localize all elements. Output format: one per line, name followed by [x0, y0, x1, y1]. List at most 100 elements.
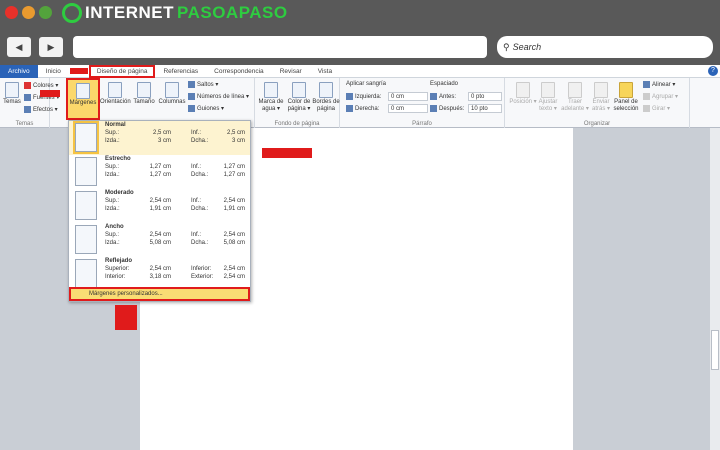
page-color-icon	[292, 82, 306, 98]
margin-preset-reflejado[interactable]: Reflejado Superior: 2,54 cm Inferior: 2,54 c…	[69, 257, 250, 291]
temas-button[interactable]: Temas	[2, 82, 22, 106]
preset-value: 5,08 cm	[149, 240, 171, 246]
izquierda-input[interactable]: 0 cm	[388, 92, 428, 101]
preset-value: Sup.:	[105, 232, 120, 238]
traer-label: Traer adelante ▾	[561, 99, 589, 112]
tab-diseno-pagina[interactable]: Diseño de página	[88, 64, 156, 78]
vertical-scrollbar[interactable]	[710, 128, 720, 450]
marca-agua-button[interactable]: Marca de agua ▾	[257, 82, 285, 113]
enviar-atras-button[interactable]: Enviar atrás ▾	[589, 82, 613, 113]
annotation-arrow	[70, 68, 88, 74]
preset-values: Izda.: 3 cm Dcha.: 3 cm	[105, 138, 245, 144]
margenes-label: Márgenes	[69, 100, 97, 106]
margin-preset-moderado[interactable]: Moderado Sup.: 2,54 cm Inf.: 2,54 cm Izda.: 1,…	[69, 189, 250, 223]
logo-icon	[62, 3, 82, 23]
bordes-pagina-button[interactable]: Bordes de página	[312, 82, 340, 113]
forward-button[interactable]: ▶	[39, 37, 63, 57]
enviar-label: Enviar atrás ▾	[591, 99, 611, 112]
margin-preset-estrecho[interactable]: Estrecho Sup.: 1,27 cm Inf.: 1,27 cm Izda.: 1,…	[69, 155, 250, 189]
preset-values: Sup.: 1,27 cm Inf.: 1,27 cm	[105, 164, 245, 170]
selection-pane-icon	[619, 82, 633, 98]
preset-value: 1,27 cm	[149, 164, 171, 170]
posicion-button[interactable]: Posición ▾	[509, 82, 537, 106]
margin-preview-icon	[75, 225, 97, 254]
despues-input[interactable]: 10 pto	[468, 104, 502, 113]
preset-value: Sup.:	[105, 130, 120, 136]
group-icon	[643, 93, 650, 100]
tab-archivo[interactable]: Archivo	[0, 64, 38, 78]
rotate-icon	[643, 105, 650, 112]
maximize-window-button[interactable]	[39, 6, 52, 19]
margin-preset-normal[interactable]: Normal Sup.: 2,5 cm Inf.: 2,5 cm Izda.: 3 cm Dc…	[69, 121, 250, 155]
guiones-button[interactable]: Guiones ▾	[188, 105, 224, 112]
margin-preview-icon	[73, 121, 99, 154]
minimize-window-button[interactable]	[22, 6, 35, 19]
numeros-linea-button[interactable]: Números de línea ▾	[188, 93, 249, 100]
preset-value: Inf.:	[191, 232, 202, 238]
tamano-button[interactable]: Tamaño	[132, 82, 156, 106]
preset-value: 3,18 cm	[149, 274, 171, 280]
indent-right-icon	[346, 105, 353, 112]
spacing-before-icon	[430, 93, 437, 100]
search-input[interactable]: ⚲ Search	[497, 36, 713, 58]
group-label: Fondo de página	[274, 121, 320, 127]
agrupar-button[interactable]: Agrupar ▾	[643, 93, 678, 100]
search-icon: ⚲	[503, 41, 510, 52]
antes-input[interactable]: 0 pto	[468, 92, 502, 101]
back-button[interactable]: ◀	[7, 37, 31, 57]
sangria-label: Aplicar sangría	[346, 81, 387, 87]
derecha-label: Derecha:	[355, 105, 380, 112]
tab-revisar[interactable]: Revisar	[272, 65, 310, 78]
send-backward-icon	[594, 82, 608, 98]
hyphenation-icon	[188, 105, 195, 112]
preset-value: Dcha.:	[191, 240, 209, 246]
preset-value: Izda.:	[105, 206, 120, 212]
saltos-button[interactable]: Saltos ▾	[188, 81, 218, 88]
margin-preview-icon	[75, 259, 97, 288]
tab-vista[interactable]: Vista	[310, 65, 340, 78]
panel-label: Panel de selección	[613, 99, 639, 112]
color-pagina-button[interactable]: Color de página ▾	[285, 82, 313, 113]
close-window-button[interactable]	[5, 6, 18, 19]
alinear-button[interactable]: Alinear ▾	[643, 81, 675, 88]
annotation-arrow	[115, 305, 137, 330]
ajustar-texto-button[interactable]: Ajustar texto ▾	[535, 82, 561, 113]
columnas-label: Columnas	[158, 99, 186, 105]
derecha-input[interactable]: 0 cm	[388, 104, 428, 113]
preset-value: Izda.:	[105, 172, 120, 178]
group-label: Párrafo	[412, 121, 432, 127]
orientation-icon	[108, 82, 122, 98]
preset-value: 2,5 cm	[226, 130, 245, 136]
ajustar-label: Ajustar texto ▾	[538, 99, 558, 112]
preset-name: Ancho	[105, 224, 124, 230]
girar-button[interactable]: Girar ▾	[643, 105, 670, 112]
preset-values: Izda.: 5,08 cm Dcha.: 5,08 cm	[105, 240, 245, 246]
preset-value: 5,08 cm	[223, 240, 245, 246]
traer-adelante-button[interactable]: Traer adelante ▾	[561, 82, 589, 113]
preset-value: 1,27 cm	[149, 172, 171, 178]
numeros-label: Números de línea ▾	[197, 94, 250, 100]
preset-values: Izda.: 1,27 cm Dcha.: 1,27 cm	[105, 172, 245, 178]
preset-name: Estrecho	[105, 156, 131, 162]
margenes-button[interactable]: Márgenes	[66, 78, 100, 120]
help-icon[interactable]: ?	[708, 66, 718, 76]
tab-correspondencia[interactable]: Correspondencia	[206, 65, 272, 78]
custom-margins-button[interactable]: Márgenes personalizados...	[69, 287, 250, 301]
panel-seleccion-button[interactable]: Panel de selección	[612, 82, 640, 113]
orientacion-button[interactable]: Orientación	[100, 82, 131, 106]
preset-values: Interior: 3,18 cm Exterior: 2,54 cm	[105, 274, 245, 280]
tab-inicio[interactable]: Inicio	[38, 65, 69, 78]
preset-value: Inf.:	[191, 198, 202, 204]
tab-referencias[interactable]: Referencias	[155, 65, 206, 78]
saltos-label: Saltos ▾	[197, 82, 219, 88]
preset-value: 2,54 cm	[223, 266, 245, 272]
margins-icon	[76, 83, 90, 99]
fonts-icon	[24, 94, 31, 101]
group-parrafo: Aplicar sangría Izquierda: 0 cm Derecha:…	[340, 78, 505, 128]
scrollbar-thumb[interactable]	[711, 330, 719, 370]
alinear-label: Alinear ▾	[652, 82, 676, 88]
columnas-button[interactable]: Columnas	[158, 82, 186, 106]
margin-preset-ancho[interactable]: Ancho Sup.: 2,54 cm Inf.: 2,54 cm Izda.: 5,08 …	[69, 223, 250, 257]
preset-value: Izda.:	[105, 138, 120, 144]
address-bar[interactable]	[73, 36, 487, 58]
